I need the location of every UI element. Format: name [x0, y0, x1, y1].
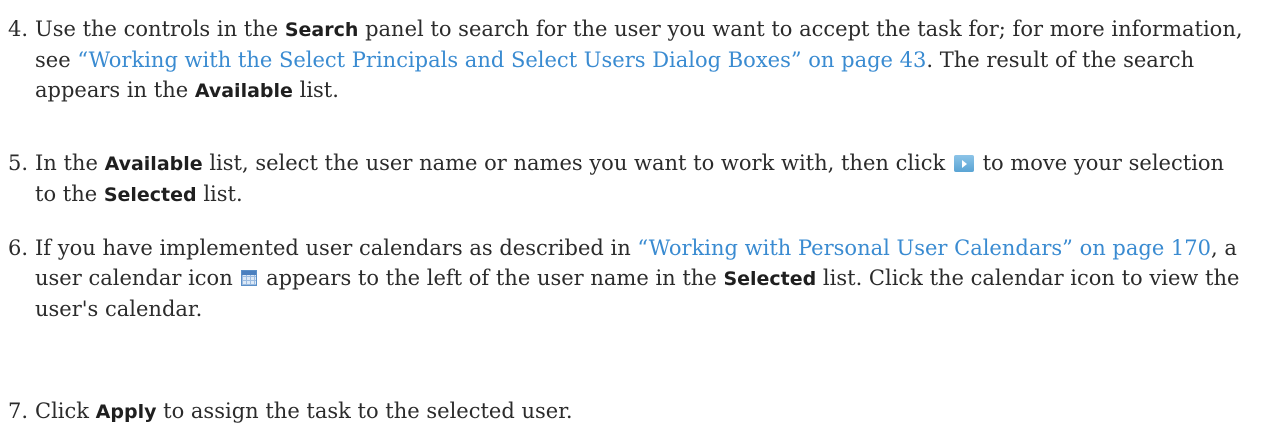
ui-label-search: Search — [284, 19, 359, 41]
step-number: 7. — [8, 399, 29, 423]
move-right-arrow-icon — [953, 155, 974, 172]
step-text: Use the controls in the Search panel to … — [35, 14, 1248, 106]
ui-label-available: Available — [194, 80, 293, 102]
ui-label-selected: Selected — [723, 268, 817, 290]
text-segment: Use the controls in the — [35, 17, 285, 41]
step-number: 6. — [8, 236, 29, 260]
step-7: 7. Click Apply to assign the task to the… — [8, 396, 1248, 427]
document-page: 4. Use the controls in the Search panel … — [0, 0, 1264, 447]
step-4: 4. Use the controls in the Search panel … — [8, 14, 1248, 106]
step-text: If you have implemented user calendars a… — [35, 233, 1248, 324]
cross-reference-link[interactable]: “Working with the Select Principals and … — [77, 48, 926, 72]
calendar-icon — [241, 270, 258, 286]
text-segment: to assign the task to the selected user. — [156, 399, 573, 423]
step-5: 5. In the Available list, select the use… — [8, 148, 1248, 210]
ui-label-selected: Selected — [103, 184, 197, 206]
ui-label-available: Available — [104, 153, 203, 175]
ui-label-apply: Apply — [95, 401, 157, 423]
text-segment: list. — [292, 78, 339, 102]
step-number: 4. — [8, 17, 29, 41]
cross-reference-link[interactable]: “Working with Personal User Calendars” o… — [637, 236, 1211, 260]
text-segment: appears to the left of the user name in … — [259, 266, 724, 290]
text-segment: list, select the user name or names you … — [202, 151, 952, 175]
step-6: 6. If you have implemented user calendar… — [8, 233, 1248, 324]
text-segment: In the — [35, 151, 105, 175]
text-segment: list. — [196, 182, 243, 206]
text-segment: If you have implemented user calendars a… — [35, 236, 638, 260]
text-segment: Click — [35, 399, 96, 423]
step-text: Click Apply to assign the task to the se… — [35, 396, 1248, 427]
step-number: 5. — [8, 151, 29, 175]
step-text: In the Available list, select the user n… — [35, 148, 1248, 210]
